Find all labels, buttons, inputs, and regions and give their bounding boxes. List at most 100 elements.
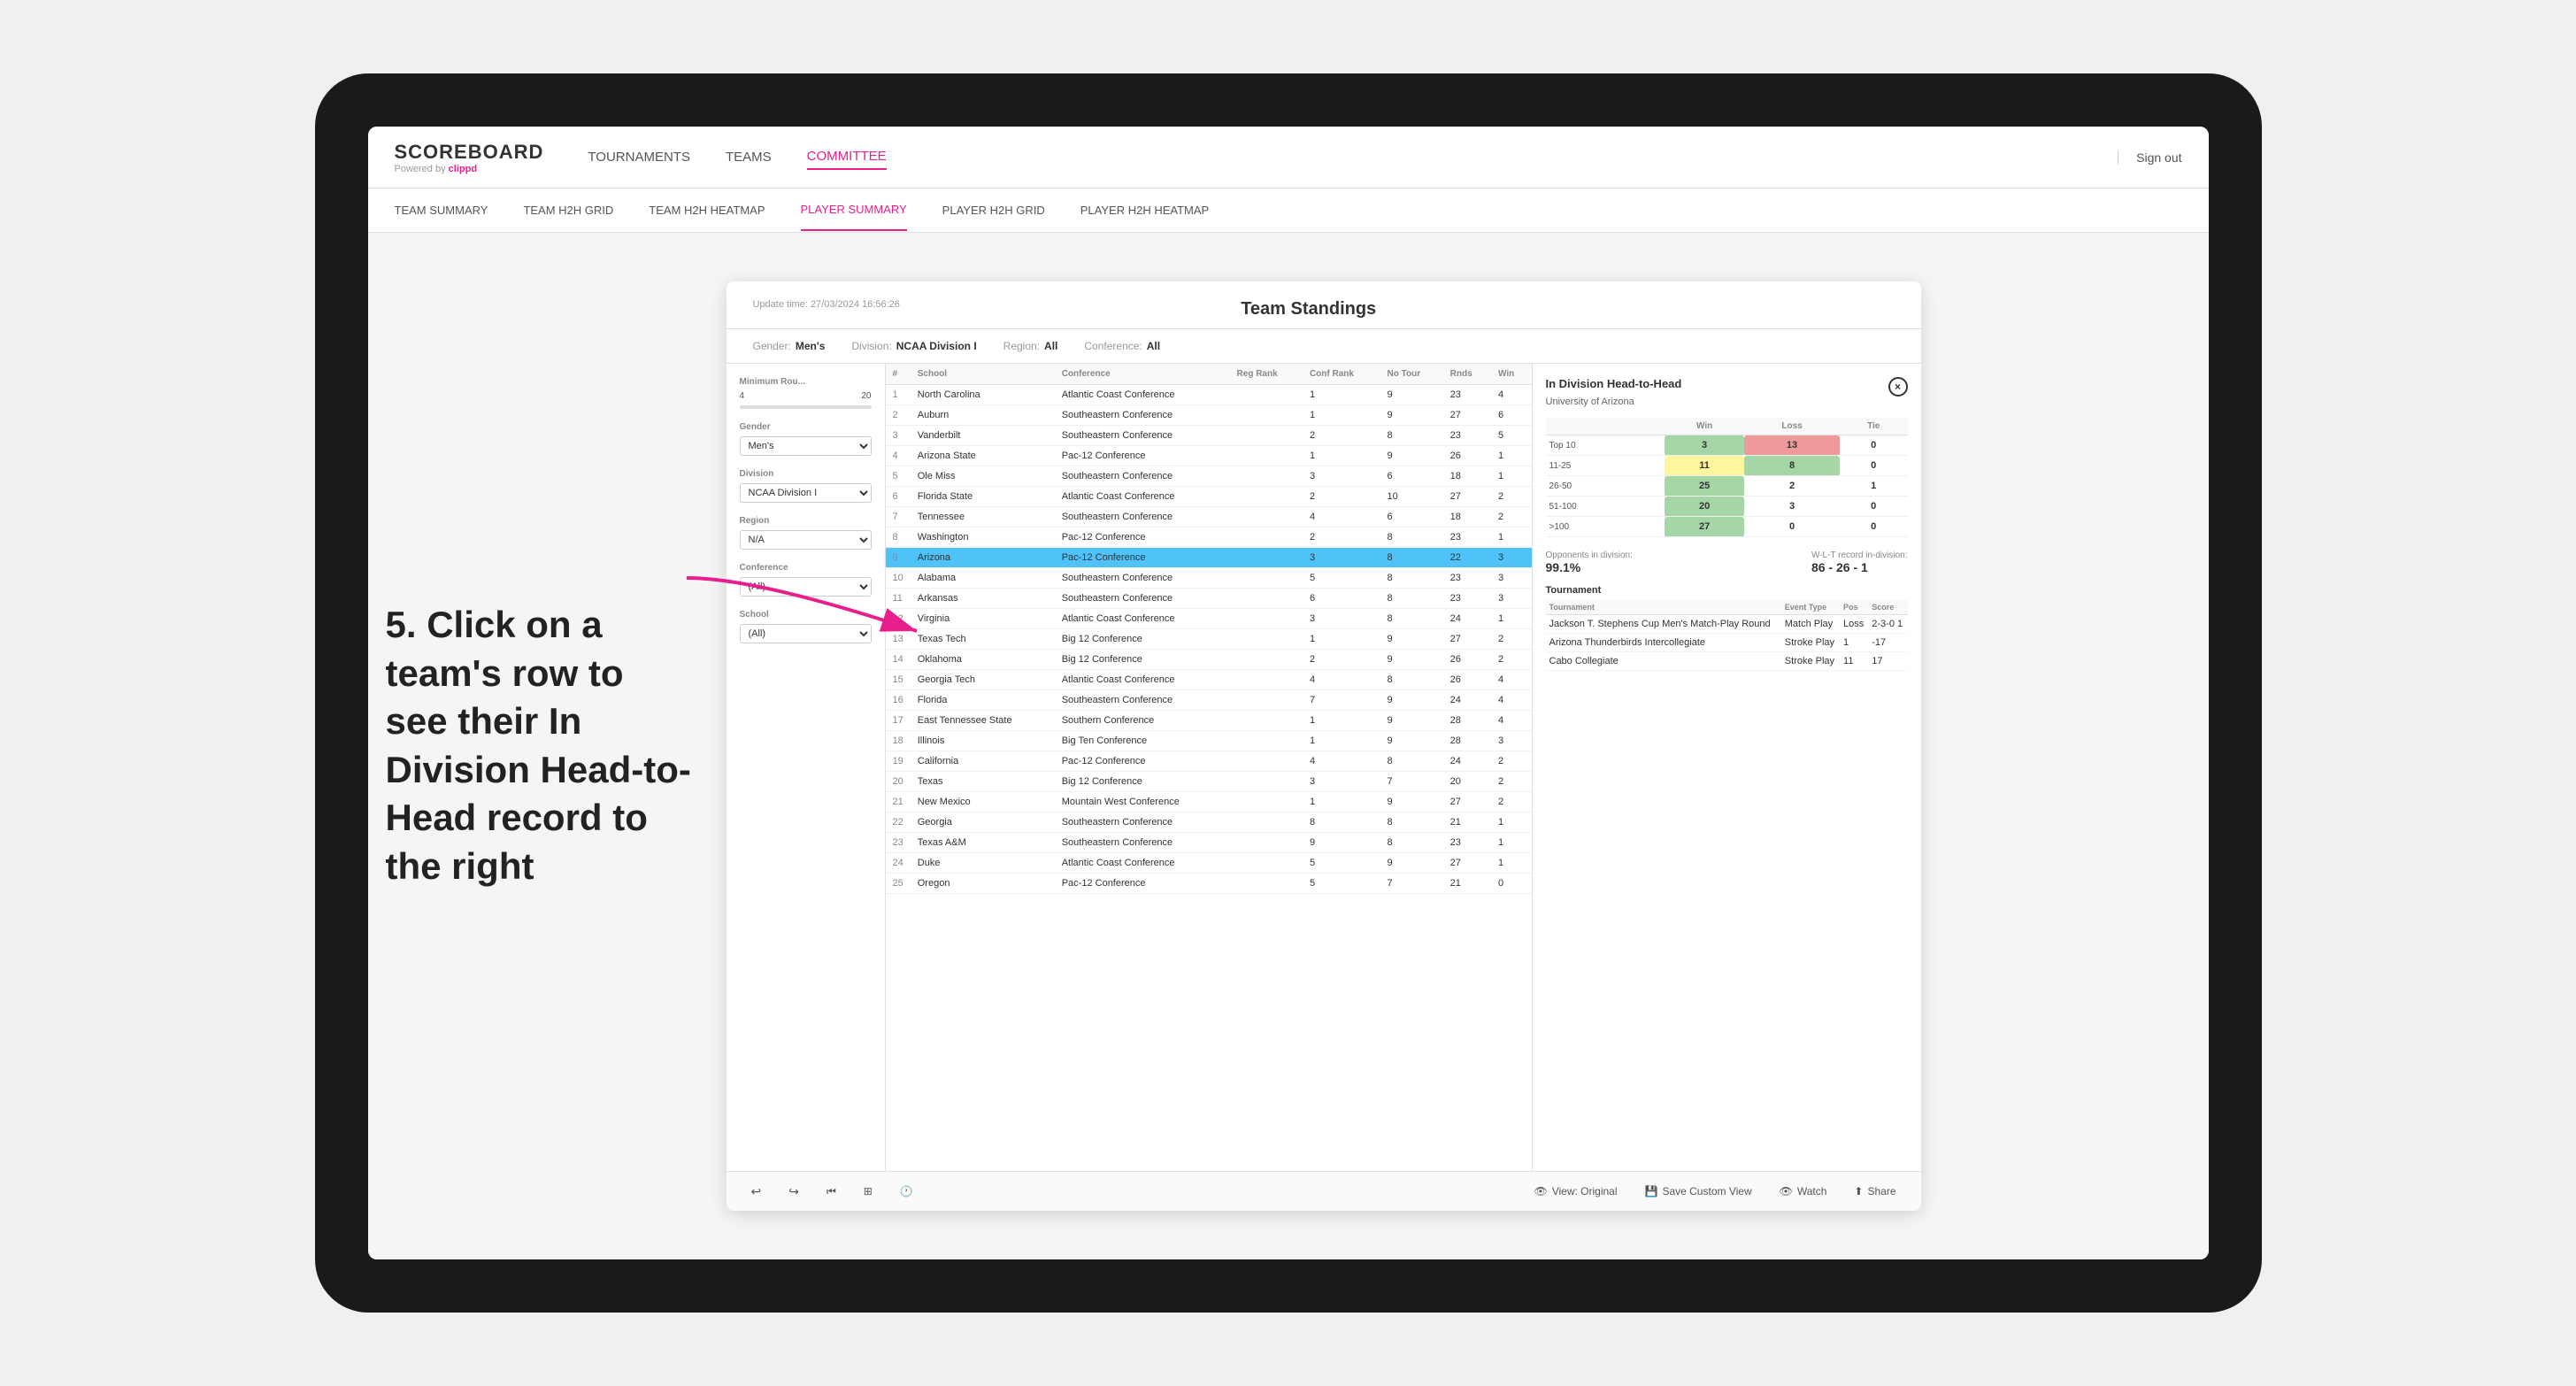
cell-win: 3 [1491, 548, 1531, 568]
nav-committee[interactable]: COMMITTEE [807, 144, 887, 170]
table-row[interactable]: 8 Washington Pac-12 Conference 2 8 23 1 [886, 527, 1532, 548]
table-row[interactable]: 18 Illinois Big Ten Conference 1 9 28 3 [886, 731, 1532, 751]
table-row[interactable]: 24 Duke Atlantic Coast Conference 5 9 27… [886, 853, 1532, 874]
h2h-win: 3 [1665, 435, 1744, 456]
cell-conf-rank: 1 [1303, 731, 1380, 751]
h2h-team-name: University of Arizona [1546, 397, 1908, 407]
sub-nav: TEAM SUMMARY TEAM H2H GRID TEAM H2H HEAT… [368, 189, 2209, 233]
table-row[interactable]: 11 Arkansas Southeastern Conference 6 8 … [886, 589, 1532, 609]
cell-no-tour: 8 [1380, 751, 1443, 772]
save-icon: 💾 [1645, 1185, 1658, 1197]
min-rounds-label: Minimum Rou... [740, 377, 872, 387]
table-row[interactable]: 5 Ole Miss Southeastern Conference 3 6 1… [886, 466, 1532, 487]
step-back-button[interactable]: ⏮ [819, 1182, 843, 1202]
cell-rank: 17 [886, 711, 911, 731]
cell-win: 1 [1491, 446, 1531, 466]
h2h-th-loss: Loss [1744, 418, 1840, 435]
cell-reg-rank [1230, 466, 1303, 487]
cell-reg-rank [1230, 874, 1303, 894]
h2h-label: >100 [1546, 517, 1665, 537]
cell-win: 0 [1491, 874, 1531, 894]
cell-school: Georgia [911, 812, 1055, 833]
clock-button[interactable]: 🕐 [893, 1182, 920, 1201]
redo-button[interactable]: ↪ [781, 1181, 806, 1203]
table-row[interactable]: 20 Texas Big 12 Conference 3 7 20 2 [886, 772, 1532, 792]
view-original-button[interactable]: 👁 View: Original [1526, 1182, 1624, 1201]
table-area: # School Conference Reg Rank Conf Rank N… [886, 364, 1532, 1171]
cell-rank: 20 [886, 772, 911, 792]
h2h-win: 20 [1665, 497, 1744, 517]
table-row[interactable]: 13 Texas Tech Big 12 Conference 1 9 27 2 [886, 629, 1532, 650]
max-val: 20 [861, 391, 871, 401]
sign-out-button[interactable]: Sign out [2118, 150, 2181, 165]
cell-rank: 7 [886, 507, 911, 527]
undo-icon: ↩ [751, 1184, 762, 1199]
h2h-tie: 0 [1840, 517, 1908, 537]
tournament-type: Match Play [1781, 615, 1840, 634]
cell-conference: Mountain West Conference [1055, 792, 1230, 812]
top-nav: SCOREBOARD Powered by clippd TOURNAMENTS… [368, 127, 2209, 189]
sub-nav-team-h2h-heatmap[interactable]: TEAM H2H HEATMAP [649, 190, 765, 230]
sub-nav-team-summary[interactable]: TEAM SUMMARY [395, 190, 488, 230]
table-row[interactable]: 2 Auburn Southeastern Conference 1 9 27 … [886, 405, 1532, 426]
cell-win: 3 [1491, 589, 1531, 609]
cell-rnds: 27 [1443, 629, 1491, 650]
sub-nav-player-summary[interactable]: PLAYER SUMMARY [801, 189, 907, 231]
nav-tournaments[interactable]: TOURNAMENTS [588, 145, 690, 169]
copy-button[interactable]: ⊞ [857, 1182, 880, 1201]
th-score: Score [1868, 600, 1907, 615]
cell-win: 1 [1491, 812, 1531, 833]
table-row[interactable]: 15 Georgia Tech Atlantic Coast Conferenc… [886, 670, 1532, 690]
cell-conf-rank: 3 [1303, 466, 1380, 487]
region-select[interactable]: N/A [740, 530, 872, 550]
sub-nav-player-h2h-heatmap[interactable]: PLAYER H2H HEATMAP [1080, 190, 1209, 230]
cell-no-tour: 9 [1380, 629, 1443, 650]
cell-reg-rank [1230, 670, 1303, 690]
watch-button[interactable]: 👁 Watch [1772, 1182, 1834, 1201]
table-row[interactable]: 23 Texas A&M Southeastern Conference 9 8… [886, 833, 1532, 853]
table-row[interactable]: 9 Arizona Pac-12 Conference 3 8 22 3 [886, 548, 1532, 568]
cell-conf-rank: 2 [1303, 426, 1380, 446]
panel-title: Team Standings [1241, 299, 1376, 319]
cell-conference: Atlantic Coast Conference [1055, 670, 1230, 690]
tournament-row: Cabo Collegiate Stroke Play 11 17 [1546, 652, 1908, 671]
share-button[interactable]: ⬆ Share [1847, 1182, 1903, 1201]
table-row[interactable]: 25 Oregon Pac-12 Conference 5 7 21 0 [886, 874, 1532, 894]
cell-rnds: 23 [1443, 833, 1491, 853]
table-row[interactable]: 1 North Carolina Atlantic Coast Conferen… [886, 385, 1532, 405]
tournament-type: Stroke Play [1781, 634, 1840, 652]
h2h-row: >100 27 0 0 [1546, 517, 1908, 537]
table-row[interactable]: 4 Arizona State Pac-12 Conference 1 9 26… [886, 446, 1532, 466]
table-row[interactable]: 22 Georgia Southeastern Conference 8 8 2… [886, 812, 1532, 833]
table-row[interactable]: 14 Oklahoma Big 12 Conference 2 9 26 2 [886, 650, 1532, 670]
table-row[interactable]: 12 Virginia Atlantic Coast Conference 3 … [886, 609, 1532, 629]
table-row[interactable]: 10 Alabama Southeastern Conference 5 8 2… [886, 568, 1532, 589]
undo-button[interactable]: ↩ [744, 1181, 769, 1203]
redo-icon: ↪ [788, 1184, 799, 1199]
cell-no-tour: 8 [1380, 589, 1443, 609]
tournament-result: Loss [1840, 615, 1868, 634]
table-row[interactable]: 7 Tennessee Southeastern Conference 4 6 … [886, 507, 1532, 527]
h2h-label: Top 10 [1546, 435, 1665, 456]
table-row[interactable]: 3 Vanderbilt Southeastern Conference 2 8… [886, 426, 1532, 446]
save-custom-button[interactable]: 💾 Save Custom View [1638, 1182, 1759, 1201]
cell-school: Oregon [911, 874, 1055, 894]
h2h-close-button[interactable]: × [1888, 377, 1908, 397]
cell-rnds: 24 [1443, 751, 1491, 772]
table-row[interactable]: 19 California Pac-12 Conference 4 8 24 2 [886, 751, 1532, 772]
cell-rank: 3 [886, 426, 911, 446]
h2h-win: 25 [1665, 476, 1744, 497]
sub-nav-player-h2h-grid[interactable]: PLAYER H2H GRID [942, 190, 1045, 230]
cell-rnds: 28 [1443, 711, 1491, 731]
table-row[interactable]: 6 Florida State Atlantic Coast Conferenc… [886, 487, 1532, 507]
table-row[interactable]: 21 New Mexico Mountain West Conference 1… [886, 792, 1532, 812]
th-school: School [911, 364, 1055, 385]
nav-teams[interactable]: TEAMS [726, 145, 772, 169]
sub-nav-team-h2h-grid[interactable]: TEAM H2H GRID [523, 190, 613, 230]
table-row[interactable]: 17 East Tennessee State Southern Confere… [886, 711, 1532, 731]
division-select[interactable]: NCAA Division I [740, 483, 872, 503]
table-row[interactable]: 16 Florida Southeastern Conference 7 9 2… [886, 690, 1532, 711]
gender-filter-section: Gender Men's [740, 422, 872, 456]
gender-select[interactable]: Men's [740, 436, 872, 456]
slider-track[interactable] [740, 405, 872, 409]
